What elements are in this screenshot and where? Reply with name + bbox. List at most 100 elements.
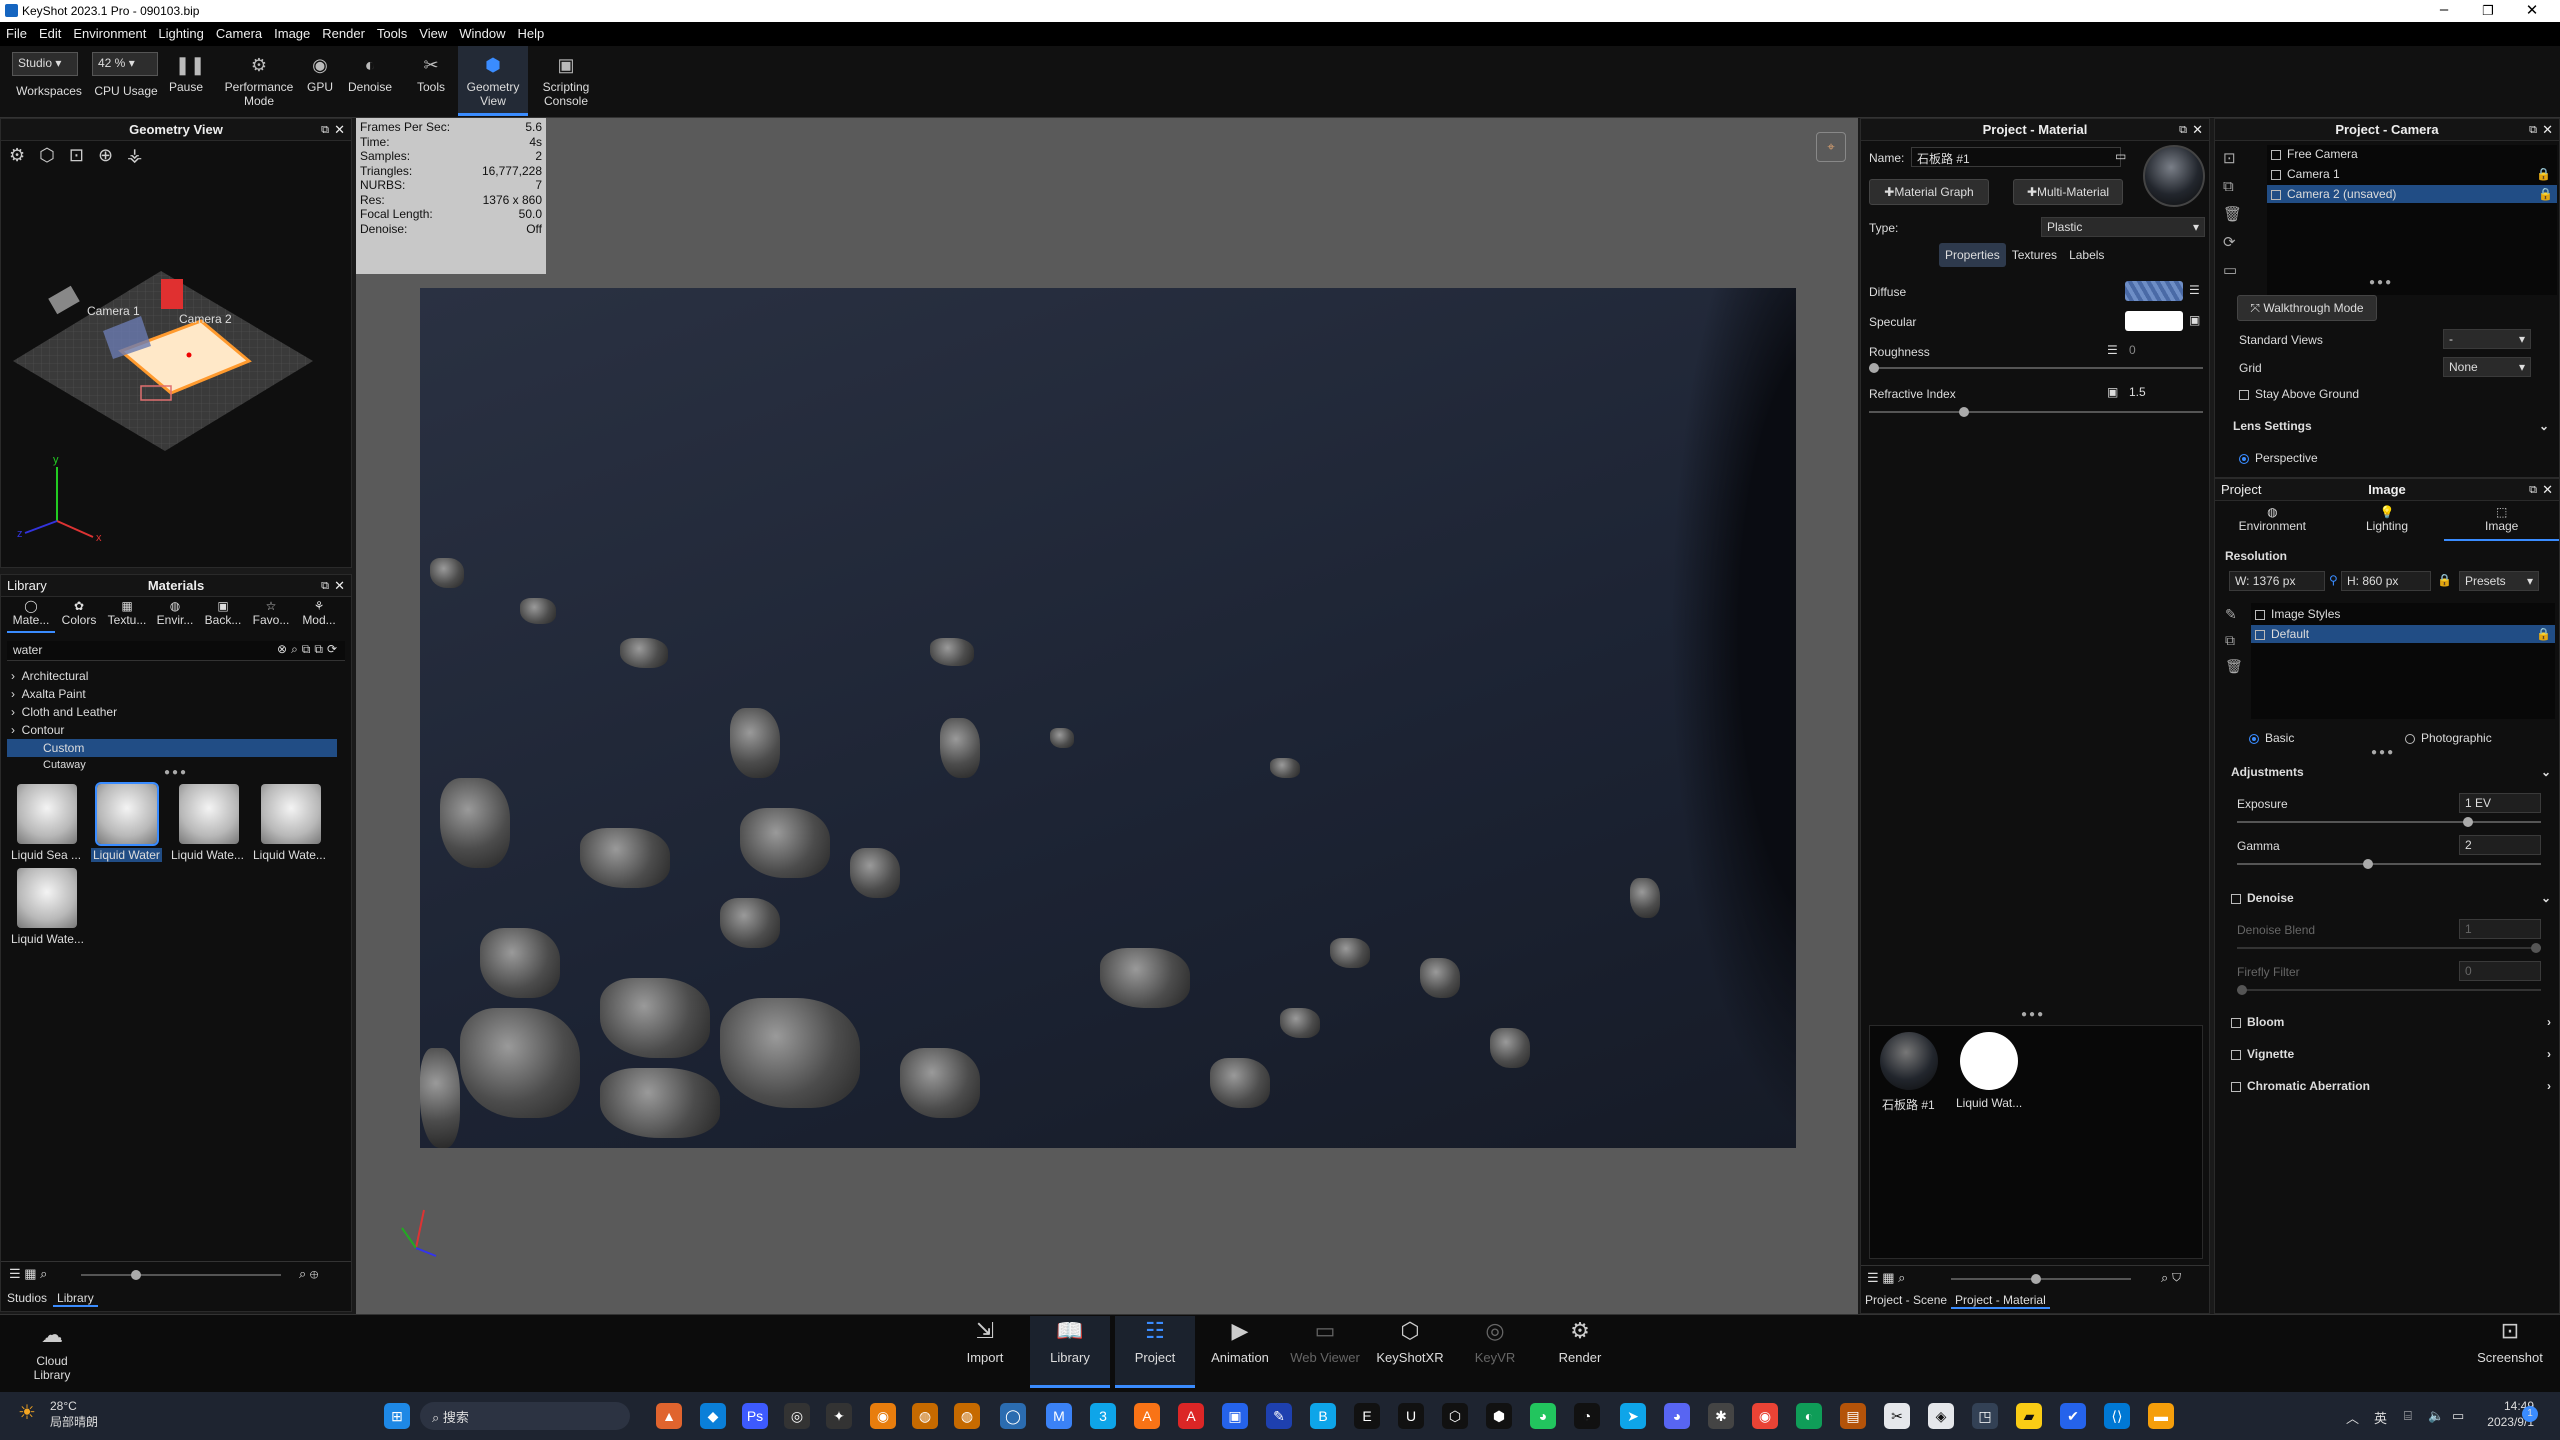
menu-tools[interactable]: Tools <box>371 22 413 45</box>
app-icon[interactable]: B <box>1310 1403 1336 1429</box>
roughness-slider[interactable] <box>1869 363 2203 373</box>
image-styles-item[interactable]: Image Styles <box>2255 607 2340 621</box>
close-icon[interactable]: ✕ <box>334 119 345 141</box>
view-mode-icon[interactable]: ☰ ▦ ⌕ <box>1867 1270 1905 1286</box>
photoshop-icon[interactable]: Ps <box>742 1403 768 1429</box>
resize-dots[interactable]: ●●● <box>2371 747 2395 758</box>
project-button[interactable]: ☷ Project <box>1115 1316 1195 1388</box>
workspaces-button[interactable]: Workspaces <box>8 84 90 114</box>
cpu-usage-button[interactable]: CPU Usage <box>90 84 162 114</box>
reset-icon[interactable]: ⟳ <box>2223 229 2242 257</box>
specular-color-swatch[interactable] <box>2125 311 2183 331</box>
tab-textures[interactable]: Textures <box>2006 243 2063 267</box>
resize-dots[interactable]: ●●● <box>2021 1009 2045 1020</box>
app-icon[interactable]: ▣ <box>1222 1403 1248 1429</box>
close-window-button[interactable]: ✕ <box>2512 1 2552 19</box>
menu-camera[interactable]: Camera <box>210 22 268 45</box>
lens-settings-header[interactable]: Lens Settings ⌄ <box>2233 419 2549 433</box>
app-icon[interactable]: ▤ <box>1840 1403 1866 1429</box>
undock-icon[interactable]: ⧉ <box>2529 479 2537 501</box>
menu-environment[interactable]: Environment <box>67 22 152 45</box>
notification-badge[interactable]: 1 <box>2522 1406 2538 1422</box>
link-icon[interactable]: ⚲ <box>2329 573 2338 587</box>
basic-radio[interactable]: Basic <box>2249 731 2294 745</box>
perspective-radio[interactable]: Perspective <box>2239 451 2318 465</box>
lock-icon[interactable]: 🔒 <box>2437 573 2452 587</box>
exposure-input[interactable]: 1 EV <box>2459 793 2541 813</box>
app-icon[interactable]: ▲ <box>656 1403 682 1429</box>
save-camera-icon[interactable]: ▭ <box>2223 257 2242 285</box>
weather-widget[interactable]: 28°C 局部晴朗 <box>50 1398 98 1430</box>
import-button[interactable]: ⇲ Import <box>945 1318 1025 1365</box>
style-default[interactable]: Default 🔒 <box>2251 625 2555 643</box>
duplicate-camera-icon[interactable]: ⧉ <box>2223 173 2242 201</box>
width-input[interactable]: W: 1376 px <box>2229 571 2325 591</box>
denoise-blend-input[interactable]: 1 <box>2459 919 2541 939</box>
material-thumb[interactable] <box>179 784 239 844</box>
blender-icon[interactable]: ◉ <box>870 1403 896 1429</box>
tab-environments[interactable]: ◍ Envir... <box>151 599 199 633</box>
menu-file[interactable]: File <box>0 22 33 45</box>
close-icon[interactable]: ✕ <box>2542 479 2553 501</box>
refractive-value[interactable]: 1.5 <box>2129 385 2146 399</box>
app-icon[interactable]: ⬢ <box>1486 1403 1512 1429</box>
search-tools-icon[interactable]: ⊗⌕⧉⧉⟳ <box>277 642 341 657</box>
tab-environment[interactable]: ◍ Environment <box>2215 501 2330 541</box>
filter-icon[interactable]: ⌕ ⛉ <box>2161 1270 2181 1286</box>
tree-item[interactable]: › Cloth and Leather <box>11 705 117 719</box>
undock-icon[interactable]: ⧉ <box>2179 119 2187 141</box>
lock-icon[interactable]: 🔒 <box>2536 627 2551 641</box>
settings-icon[interactable]: ⚙ <box>9 145 39 165</box>
camera-icon[interactable]: ⊡ <box>69 145 98 165</box>
adjustments-header[interactable]: Adjustments ⌄ <box>2231 765 2551 779</box>
app-icon[interactable]: 3 <box>1090 1403 1116 1429</box>
walkthrough-mode-button[interactable]: ⤧ Walkthrough Mode <box>2237 295 2377 321</box>
material-graph-button[interactable]: ✚Material Graph <box>1869 179 1989 205</box>
cpu-usage-dropdown[interactable]: 42 % ▾ <box>92 52 158 76</box>
ime-indicator[interactable]: 英 <box>2374 1408 2387 1427</box>
app-icon[interactable]: M <box>1046 1403 1072 1429</box>
maximize-button[interactable]: ❐ <box>2468 3 2508 19</box>
close-icon[interactable]: ✕ <box>334 575 345 597</box>
tree-item[interactable]: › Axalta Paint <box>11 687 86 701</box>
tab-library[interactable]: Library <box>53 1291 98 1307</box>
tab-textures[interactable]: ▦ Textu... <box>103 599 151 633</box>
geometry-viewport[interactable]: Camera 1 Camera 2 y x z <box>1 171 351 567</box>
axis-icon[interactable]: ⚶ <box>127 145 156 165</box>
resize-dots[interactable]: ●●● <box>2369 277 2393 288</box>
app-icon[interactable]: ✎ <box>1266 1403 1292 1429</box>
app-icon[interactable]: ◳ <box>1972 1403 1998 1429</box>
sticky-icon[interactable]: ▰ <box>2016 1403 2042 1429</box>
height-input[interactable]: H: 860 px <box>2341 571 2431 591</box>
taskbar-search[interactable]: ⌕ 搜索 <box>420 1402 630 1430</box>
tools-button[interactable]: ✂ Tools <box>406 46 456 116</box>
material-thumb[interactable] <box>17 868 77 928</box>
qq-icon[interactable]: ◔ <box>1574 1403 1600 1429</box>
tab-image[interactable]: ⬚ Image <box>2444 501 2560 541</box>
stay-above-ground-checkbox[interactable]: Stay Above Ground <box>2239 387 2359 401</box>
discord-icon[interactable]: ◕ <box>1664 1403 1690 1429</box>
cloud-library-button[interactable]: ☁ Cloud Library <box>12 1322 92 1382</box>
app-icon[interactable]: ◍ <box>954 1403 980 1429</box>
material-type-select[interactable]: Plastic ▾ <box>2041 217 2205 237</box>
tab-models[interactable]: ⚘ Mod... <box>295 599 343 633</box>
tree-item-selected[interactable]: Custom <box>7 739 337 757</box>
photographic-radio[interactable]: Photographic <box>2405 731 2492 745</box>
material-thumb[interactable] <box>1880 1032 1938 1090</box>
material-thumb[interactable] <box>261 784 321 844</box>
tab-studios[interactable]: Studios <box>1 1291 53 1305</box>
vscode-icon[interactable]: ⟨⟩ <box>2104 1403 2130 1429</box>
menu-render[interactable]: Render <box>316 22 371 45</box>
undock-icon[interactable]: ⧉ <box>321 119 329 141</box>
geometry-view-button[interactable]: ⬢ Geometry View <box>458 46 528 116</box>
library-search-input[interactable]: water ⊗⌕⧉⧉⟳ <box>7 641 345 661</box>
keyshotxr-button[interactable]: ⬡ KeyShotXR <box>1370 1318 1450 1365</box>
denoise-button[interactable]: ◐ Denoise <box>342 46 398 116</box>
texture-icon[interactable]: ▣ <box>2107 385 2118 399</box>
edge-icon[interactable]: ◐ <box>1796 1403 1822 1429</box>
explorer-icon[interactable]: ▬ <box>2148 1403 2174 1429</box>
material-thumb[interactable] <box>1960 1032 2018 1090</box>
add-camera-icon[interactable]: ⊡ <box>2223 145 2242 173</box>
scripting-console-button[interactable]: ▣ Scripting Console <box>530 46 602 116</box>
slider-settings-icon[interactable]: ☰ <box>2189 283 2200 297</box>
